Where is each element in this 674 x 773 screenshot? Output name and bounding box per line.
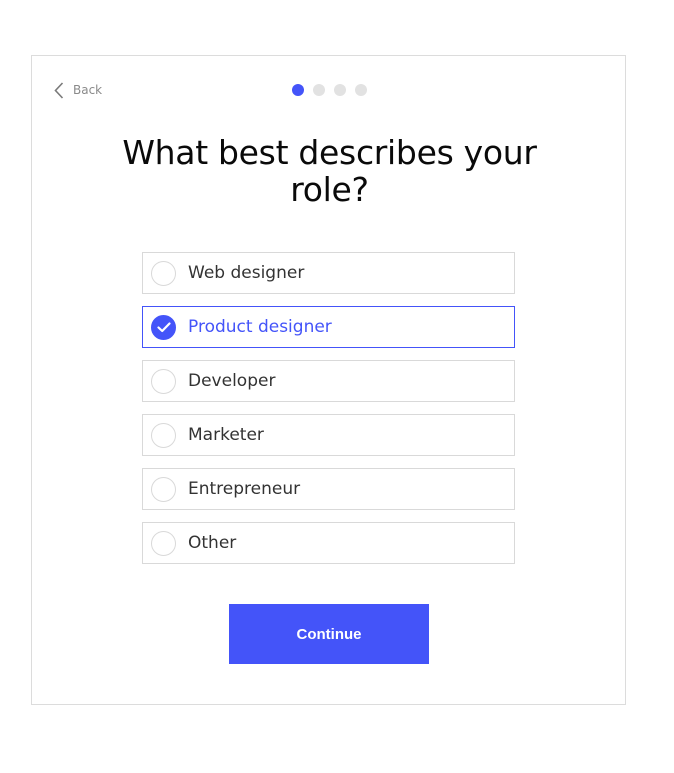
option-marketer[interactable]: Marketer <box>142 414 515 456</box>
step-dot-2 <box>313 84 325 96</box>
option-label: Other <box>188 533 237 553</box>
option-product-designer[interactable]: Product designer <box>142 306 515 348</box>
option-label: Marketer <box>188 425 264 445</box>
radio-circle[interactable] <box>151 368 176 394</box>
step-dot-1 <box>292 84 304 96</box>
radio-circle[interactable] <box>151 530 176 556</box>
back-button[interactable]: Back <box>54 80 102 100</box>
radio-circle[interactable] <box>151 422 176 448</box>
radio-circle[interactable] <box>151 260 176 286</box>
option-entrepreneur[interactable]: Entrepreneur <box>142 468 515 510</box>
checkmark-icon <box>156 321 171 332</box>
option-developer[interactable]: Developer <box>142 360 515 402</box>
page-title: What best describes your role? <box>122 133 537 209</box>
option-other[interactable]: Other <box>142 522 515 564</box>
continue-button[interactable]: Continue <box>229 604 429 664</box>
chevron-left-icon <box>54 81 64 99</box>
option-label: Entrepreneur <box>188 479 301 499</box>
option-label: Product designer <box>188 317 332 337</box>
role-options: Web designer Product designer Developer … <box>142 252 515 576</box>
onboarding-card: Back What best describes your role? Web … <box>31 55 626 705</box>
radio-circle[interactable] <box>151 476 176 502</box>
option-web-designer[interactable]: Web designer <box>142 252 515 294</box>
step-dot-3 <box>334 84 346 96</box>
option-label: Web designer <box>188 263 305 283</box>
step-dot-4 <box>355 84 367 96</box>
back-label: Back <box>73 83 103 97</box>
radio-checked[interactable] <box>151 314 176 340</box>
step-indicator <box>292 84 376 96</box>
option-label: Developer <box>188 371 276 391</box>
